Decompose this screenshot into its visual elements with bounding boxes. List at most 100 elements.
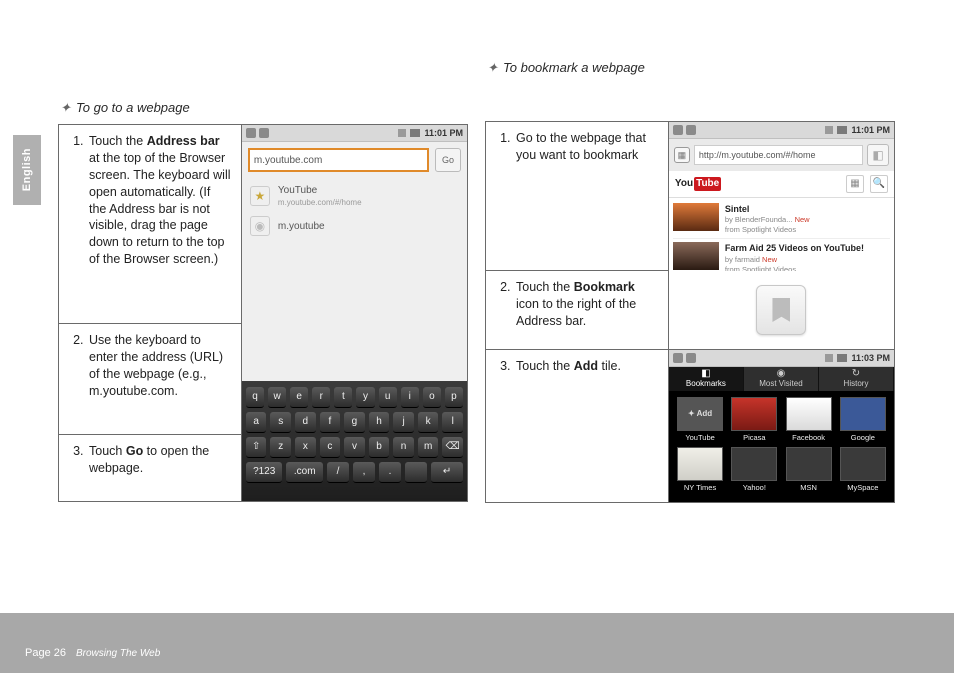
key[interactable]: g [344,412,365,433]
tile-label: Google [851,433,875,443]
on-screen-keyboard: qwertyuiop asdfghjkl ⇧zxcvbnm⌫ ?123.com/… [242,381,467,501]
tile-label: Yahoo! [743,483,766,493]
right-step-2: Touch the Bookmark icon to the right of … [486,271,669,350]
suggestion-row[interactable]: ★YouTubem.youtube.com/#/home [250,180,459,212]
page-number: Page 26Browsing The Web [25,647,160,659]
clock: 11:03 PM [851,352,890,364]
video-row[interactable]: Sintelby BlenderFounda... Newfrom Spotli… [673,200,890,239]
screenshot-bookmark-icon [669,271,894,349]
key[interactable]: q [246,387,264,408]
tile-label: YouTube [685,433,714,443]
right-section-title-text: To bookmark a webpage [503,60,645,75]
key-backspace[interactable]: ⌫ [442,437,463,458]
key[interactable]: . [379,462,401,483]
bookmark-icon-large[interactable] [756,285,806,335]
add-tile[interactable]: ✦ AddYouTube [675,397,725,443]
key[interactable]: v [344,437,365,458]
key[interactable]: f [320,412,341,433]
left-screenshot-cell: 11:01 PM Go ★YouTubem.youtube.com/#/home… [241,125,467,502]
tile-label: MySpace [847,483,878,493]
clock: 11:01 PM [851,124,890,136]
key[interactable]: o [423,387,441,408]
key[interactable]: r [312,387,330,408]
signal-icon [825,126,833,134]
suggestion-sub: m.youtube.com/#/home [278,198,362,209]
video-title: Sintel [725,203,810,215]
signal-icon [825,354,833,362]
key[interactable]: a [246,412,267,433]
key-space[interactable] [405,462,427,483]
page-icon: ▦ [674,147,690,163]
grid-icon[interactable]: ▦ [846,175,864,193]
battery-icon [837,126,847,134]
right-step-1-text: Go to the webpage that you want to bookm… [514,130,658,164]
suggestion-row[interactable]: ◉ m.youtube [250,212,459,240]
battery-icon [410,129,420,137]
globe-icon: ◉ [250,216,270,236]
youtube-logo: YouTube [675,177,721,191]
url-display[interactable]: http://m.youtube.com/#/home [694,145,863,165]
video-title: Farm Aid 25 Videos on YouTube! [725,242,864,254]
key[interactable]: z [270,437,291,458]
key[interactable]: s [270,412,291,433]
key-symbols[interactable]: ?123 [246,462,283,483]
key[interactable]: w [268,387,286,408]
key[interactable]: t [334,387,352,408]
left-step-3-text: Touch Go to open the webpage. [87,443,231,477]
tile-label: MSN [800,483,817,493]
key[interactable]: / [327,462,349,483]
key[interactable]: n [393,437,414,458]
search-icon[interactable]: 🔍 [870,175,888,193]
bookmark-tile[interactable]: MySpace [838,447,888,493]
notif-icon [673,125,683,135]
address-bar-row: Go [242,142,467,178]
left-section-title-text: To go to a webpage [76,100,190,115]
address-input[interactable] [248,148,429,172]
suggestion-title: m.youtube [278,220,325,234]
language-tab-label: English [21,148,33,191]
bookmark-tile[interactable]: Google [838,397,888,443]
tile-label: NY Times [684,483,716,493]
tab-history[interactable]: ↻History [819,367,894,391]
key[interactable]: b [369,437,390,458]
page-number-text: Page 26 [25,647,66,659]
key[interactable]: , [353,462,375,483]
right-screenshot-2-cell [668,271,894,350]
left-step-2-text: Use the keyboard to enter the address (U… [87,332,231,400]
key[interactable]: h [369,412,390,433]
tab-label: Bookmarks [686,379,726,390]
bookmark-tile[interactable]: Facebook [783,397,833,443]
bookmark-tile[interactable]: MSN [783,447,833,493]
key[interactable]: p [445,387,463,408]
key[interactable]: u [379,387,397,408]
left-step-3: Touch Go to open the webpage. [59,435,242,502]
key[interactable]: k [418,412,439,433]
key[interactable]: e [290,387,308,408]
bookmark-icon[interactable]: ◧ [867,144,889,166]
bookmark-tile[interactable]: NY Times [675,447,725,493]
language-tab: English [13,135,41,205]
bookmark-tile[interactable]: Picasa [729,397,779,443]
battery-icon [837,354,847,362]
key-shift[interactable]: ⇧ [246,437,267,458]
key[interactable]: l [442,412,463,433]
key[interactable]: i [401,387,419,408]
key[interactable]: j [393,412,414,433]
tile-thumb [731,447,777,481]
go-button[interactable]: Go [435,148,461,172]
key[interactable]: y [356,387,374,408]
tab-most-visited[interactable]: ◉Most Visited [744,367,819,391]
key[interactable]: d [295,412,316,433]
key-dotcom[interactable]: .com [286,462,323,483]
tile-thumb [840,447,886,481]
key[interactable]: x [295,437,316,458]
key[interactable]: c [320,437,341,458]
clock: 11:01 PM [424,127,463,139]
signal-icon [398,129,406,137]
star-icon: ✦ [487,60,497,76]
key-enter[interactable]: ↵ [431,462,463,483]
bookmark-tile[interactable]: Yahoo! [729,447,779,493]
tab-bookmarks[interactable]: ◧Bookmarks [669,367,744,391]
right-step-1: Go to the webpage that you want to bookm… [486,122,669,271]
key[interactable]: m [418,437,439,458]
